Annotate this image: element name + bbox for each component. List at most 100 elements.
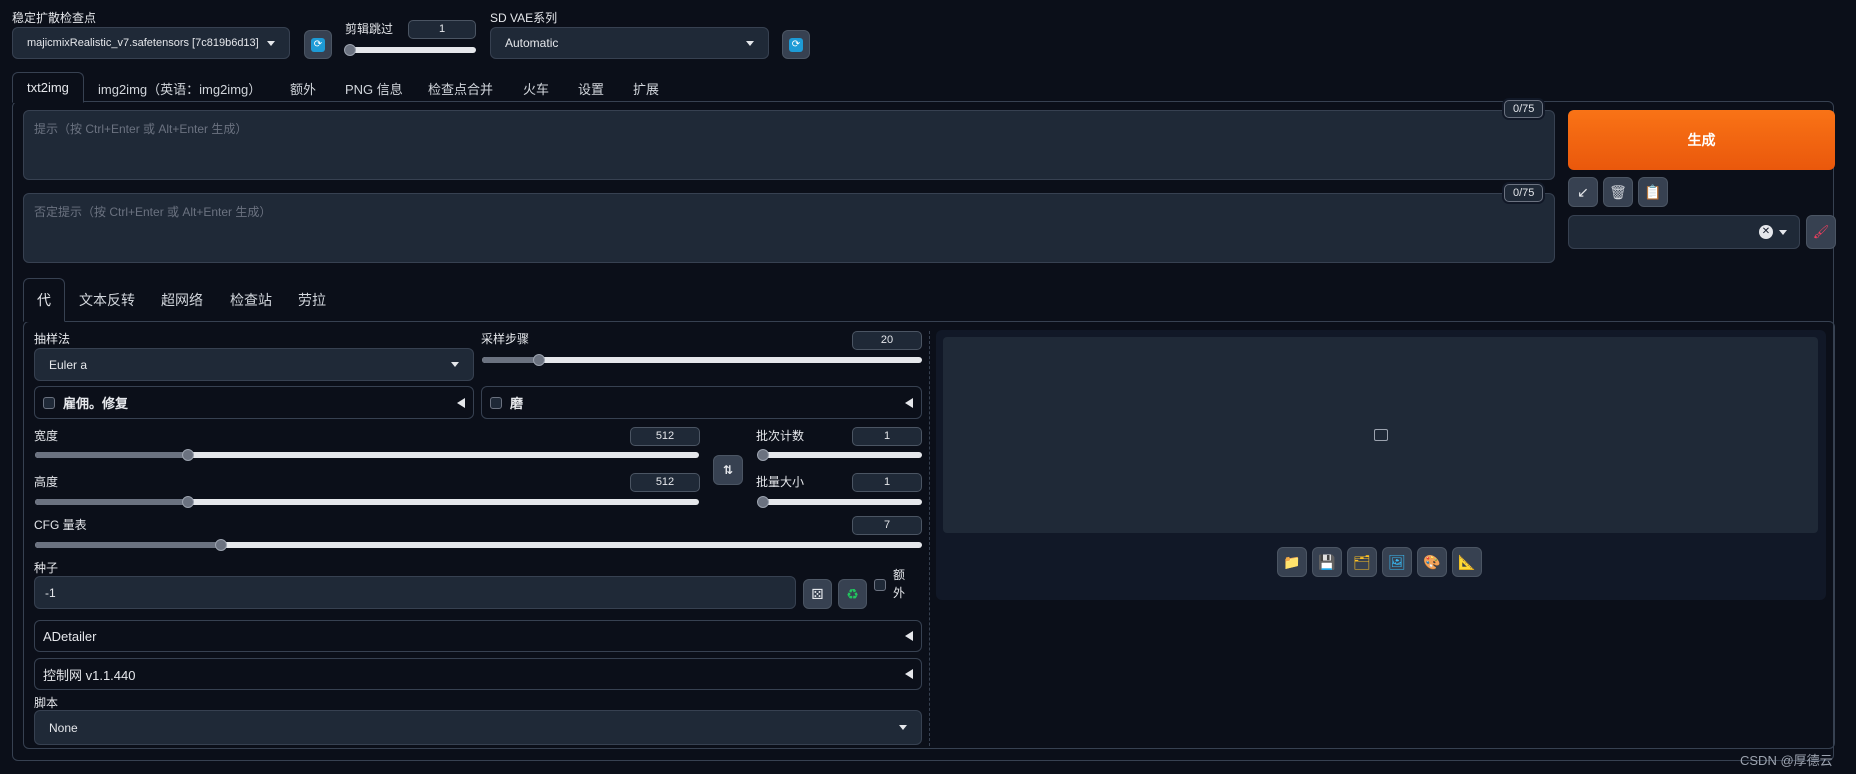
refresh-icon: ⟳ [789,37,803,52]
slider-thumb[interactable] [181,496,194,508]
zip-icon: 🗂 [1353,553,1371,570]
subtab-generation[interactable]: 代 [23,278,65,322]
vae-dropdown[interactable]: Automatic [490,27,769,59]
vae-label: SD VAE系列 [490,11,558,25]
height-label: 高度 [34,475,59,489]
batch-size-label: 批量大小 [756,475,805,489]
styles-dropdown[interactable]: ✕ [1568,215,1800,249]
chevron-down-icon [899,725,907,730]
chevron-down-icon [451,362,459,367]
script-dropdown[interactable]: None [34,710,922,745]
cfg-label: CFG 量表 [34,518,87,532]
read-params-button[interactable]: ↙ [1568,177,1598,207]
hires-fix-label: 雇佣。修复 [63,396,129,411]
chevron-down-icon [1779,229,1787,235]
slider-thumb[interactable] [344,44,356,56]
cfg-slider[interactable] [35,539,922,551]
brush-icon: 🖌 [1812,224,1830,239]
edit-styles-button[interactable]: 🖌 [1806,215,1836,249]
vae-value: Automatic [505,36,559,50]
tab-txt2img[interactable]: txt2img [12,72,84,103]
clip-skip-slider[interactable] [344,44,476,56]
extra-seed-checkbox[interactable] [874,579,886,591]
send-to-inpaint-button[interactable]: 🎨 [1417,547,1447,577]
tab-train[interactable]: 火车 [523,79,549,98]
clipboard-icon: 📋 [1644,183,1662,200]
steps-label: 采样步骤 [481,332,530,346]
width-input[interactable]: 512 [630,427,700,446]
trash-icon: 🗑 [1609,183,1627,200]
refiner-accordion[interactable]: 磨 [481,386,922,419]
subtab-lora[interactable]: 劳拉 [298,290,326,310]
refresh-icon: ⟳ [311,37,325,52]
save-button[interactable]: 💾 [1312,547,1342,577]
slider-thumb[interactable] [181,449,194,461]
refiner-checkbox[interactable] [490,396,502,409]
seed-input[interactable]: -1 [34,576,796,609]
negative-prompt-textarea[interactable]: 否定提示（按 Ctrl+Enter 或 Alt+Enter 生成） [23,193,1555,263]
extra-seed-label: 额外 [893,568,906,600]
sampler-dropdown[interactable]: Euler a [34,348,474,381]
batch-count-slider[interactable] [757,449,922,461]
random-seed-button[interactable]: ⚄ [803,579,832,609]
ruler-icon: 📐 [1458,553,1476,570]
sampler-label: 抽样法 [34,332,71,346]
clear-prompt-button[interactable]: 🗑 [1603,177,1633,207]
script-value: None [49,720,78,735]
recycle-icon: ♻ [846,585,859,602]
clip-skip-input[interactable]: 1 [408,20,476,39]
steps-slider[interactable] [482,354,922,366]
adetailer-label: ADetailer [43,628,97,644]
output-image-area[interactable] [943,337,1818,533]
send-to-img2img-button[interactable]: 🖼 [1382,547,1412,577]
send-to-extras-button[interactable]: 📐 [1452,547,1482,577]
collapse-icon [457,397,465,408]
column-divider [929,331,930,746]
batch-count-label: 批次计数 [756,429,805,443]
collapse-icon [905,669,913,679]
apply-style-button[interactable]: 📋 [1638,177,1668,207]
send-image-icon: 🖼 [1388,553,1406,570]
swap-dimensions-button[interactable]: ⇅ [713,455,743,485]
checkpoint-value: majicmixRealistic_v7.safetensors [7c819b… [27,37,259,49]
clear-icon[interactable]: ✕ [1759,225,1773,239]
cfg-input[interactable]: 7 [852,516,922,535]
slider-thumb[interactable] [757,449,769,461]
height-input[interactable]: 512 [630,473,700,492]
swap-icon: ⇅ [722,463,734,477]
tab-checkpoint-merger[interactable]: 检查点合并 [428,79,493,98]
slider-thumb[interactable] [757,496,769,508]
batch-size-slider[interactable] [757,496,922,508]
watermark: CSDN @厚德云 [1740,753,1833,768]
zip-button[interactable]: 🗂 [1347,547,1377,577]
refresh-checkpoint-button[interactable]: ⟳ [304,30,332,59]
refresh-vae-button[interactable]: ⟳ [782,30,810,59]
tab-extras[interactable]: 额外 [290,79,316,98]
tab-settings[interactable]: 设置 [578,79,604,98]
batch-count-input[interactable]: 1 [852,427,922,446]
tab-extensions[interactable]: 扩展 [633,79,659,98]
prompt-placeholder: 提示（按 Ctrl+Enter 或 Alt+Enter 生成） [34,122,248,136]
subtab-textual-inversion[interactable]: 文本反转 [79,290,135,310]
tab-img2img[interactable]: img2img（英语：img2img） [98,79,261,98]
script-label: 脚本 [34,696,59,710]
adetailer-accordion[interactable]: ADetailer [34,620,922,652]
checkpoint-dropdown[interactable]: majicmixRealistic_v7.safetensors [7c819b… [12,27,290,59]
subtab-checkpoints[interactable]: 检查站 [230,290,272,310]
prompt-textarea[interactable]: 提示（按 Ctrl+Enter 或 Alt+Enter 生成） [23,110,1555,180]
tab-png-info[interactable]: PNG 信息 [345,79,403,98]
folder-icon: 📁 [1283,553,1301,570]
output-toolbar: 📁 💾 🗂 🖼 🎨 📐 [1277,547,1482,577]
subtab-hypernetworks[interactable]: 超网络 [161,290,203,310]
controlnet-accordion[interactable]: 控制网 v1.1.440 [34,658,922,690]
open-folder-button[interactable]: 📁 [1277,547,1307,577]
hires-fix-checkbox[interactable] [43,396,55,409]
batch-size-input[interactable]: 1 [852,473,922,492]
width-slider[interactable] [35,449,699,461]
reuse-seed-button[interactable]: ♻ [838,579,867,609]
height-slider[interactable] [35,496,699,508]
steps-input[interactable]: 20 [852,331,922,350]
clip-skip-label: 剪辑跳过 [345,22,394,36]
hires-fix-accordion[interactable]: 雇佣。修复 [34,386,474,419]
generate-button[interactable]: 生成 [1568,110,1835,170]
